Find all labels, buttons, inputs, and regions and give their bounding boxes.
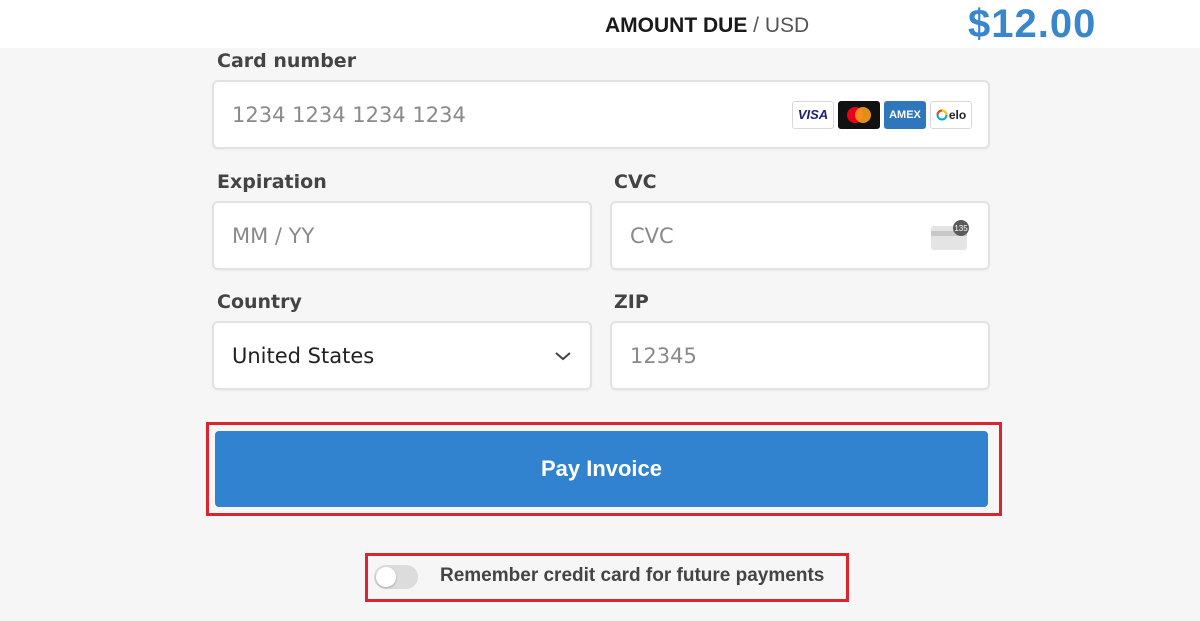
remember-card-toggle[interactable] <box>374 565 418 589</box>
country-label: Country <box>217 291 302 313</box>
cvc-placeholder: CVC <box>630 223 674 248</box>
toggle-knob <box>376 567 396 587</box>
elo-icon: elo <box>930 100 972 129</box>
card-brands: VISA AMEX elo <box>792 100 972 129</box>
cvc-field[interactable]: CVC 135 <box>610 201 990 270</box>
expiration-placeholder: MM / YY <box>232 223 315 248</box>
currency: USD <box>764 14 810 37</box>
amex-label: AMEX <box>889 108 921 121</box>
expiration-label: Expiration <box>217 171 327 193</box>
card-number-placeholder: 1234 1234 1234 1234 <box>232 102 466 127</box>
amount-due-label: AMOUNT DUE / USD <box>605 14 809 38</box>
chevron-down-icon <box>555 351 571 360</box>
card-number-field[interactable]: 1234 1234 1234 1234 VISA AMEX elo <box>212 80 990 149</box>
card-number-label: Card number <box>217 50 357 72</box>
pay-invoice-button[interactable]: Pay Invoice <box>215 431 988 507</box>
separator: / <box>747 14 765 37</box>
mastercard-icon <box>838 100 880 129</box>
elo-label: elo <box>948 107 967 122</box>
cvc-label: CVC <box>614 171 657 193</box>
amount-due-text: AMOUNT DUE <box>605 14 748 37</box>
zip-label: ZIP <box>614 291 649 313</box>
cvc-card-icon: 135 <box>931 219 969 250</box>
amex-icon: AMEX <box>884 100 926 129</box>
remember-card-label[interactable]: Remember credit card for future payments <box>440 565 824 587</box>
cvc-icon-text: 135 <box>954 224 968 233</box>
country-select[interactable]: United States <box>212 321 592 390</box>
zip-field[interactable]: 12345 <box>610 321 990 390</box>
amount-value: $12.00 <box>968 2 1097 46</box>
visa-icon: VISA <box>792 100 834 129</box>
country-value: United States <box>232 343 375 368</box>
expiration-field[interactable]: MM / YY <box>212 201 592 270</box>
zip-placeholder: 12345 <box>630 343 697 368</box>
